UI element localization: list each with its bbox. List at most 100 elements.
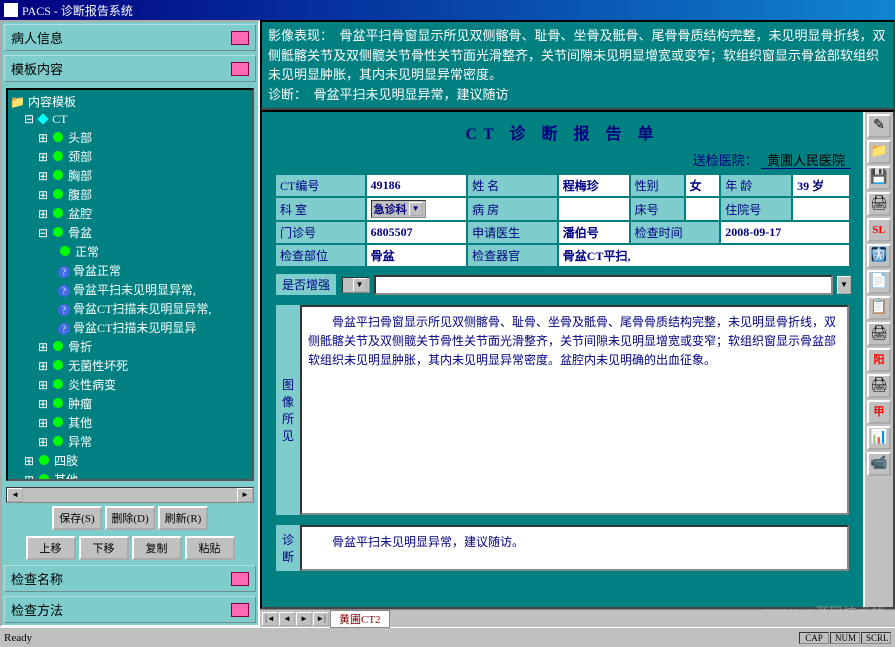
exam-method-header[interactable]: 检查方法 bbox=[4, 596, 256, 623]
admission-no[interactable] bbox=[792, 197, 850, 221]
chevron-down-icon: ▼ bbox=[353, 278, 367, 292]
scroll-right-icon[interactable]: ► bbox=[237, 488, 253, 502]
enhance-detail-dropdown[interactable] bbox=[374, 275, 833, 295]
app-icon bbox=[4, 3, 18, 17]
button-刷新(R)[interactable]: 刷新(R) bbox=[158, 506, 208, 530]
ct-no[interactable]: 49186 bbox=[366, 174, 468, 197]
button-上移[interactable]: 上移 bbox=[26, 536, 76, 560]
tool-btn-13[interactable]: 📹 bbox=[867, 452, 891, 476]
patient-info-table: CT编号49186 姓 名程梅珍 性别女 年 龄39 岁 科 室 急诊科▼ 病 … bbox=[274, 173, 851, 268]
tree-node[interactable]: ⊞ 盆腔 bbox=[10, 204, 250, 223]
tool-btn-3[interactable]: 🖨 bbox=[867, 192, 891, 216]
tab-last-icon[interactable]: ►| bbox=[313, 612, 329, 626]
tool-btn-0[interactable]: ✎ bbox=[867, 114, 891, 138]
tree-node[interactable]: ⊞ 骨折 bbox=[10, 337, 250, 356]
age[interactable]: 39 岁 bbox=[792, 174, 850, 197]
outpatient-no[interactable]: 6805507 bbox=[366, 221, 468, 244]
tree-node[interactable]: ⊞ 颈部 bbox=[10, 147, 250, 166]
tree-node[interactable]: ⊞ 异常 bbox=[10, 432, 250, 451]
status-bar: Ready CAPNUMSCRL bbox=[0, 627, 895, 647]
sex[interactable]: 女 bbox=[685, 174, 721, 197]
button-下移[interactable]: 下移 bbox=[79, 536, 129, 560]
tree-node[interactable]: ? 骨盆CT扫描未见明显异常, bbox=[10, 299, 250, 318]
tool-btn-7[interactable]: 📋 bbox=[867, 296, 891, 320]
req-doctor[interactable]: 潘伯号 bbox=[558, 221, 630, 244]
tree-node[interactable]: ⊞ 肿瘤 bbox=[10, 394, 250, 413]
window-title: PACS - 诊断报告系统 bbox=[22, 2, 133, 19]
tree-node[interactable]: ⊞ 四肢 bbox=[10, 451, 250, 470]
status-cell: SCRL bbox=[861, 632, 891, 644]
enhance-dropdown[interactable]: ▼ bbox=[342, 277, 370, 293]
enhance-label: 是否增强 bbox=[274, 272, 338, 297]
tree-node[interactable]: ⊟ CT bbox=[10, 111, 250, 128]
left-panel: 病人信息 模板内容 📁 内容模板 ⊟ CT⊞ 头部⊞ 颈部⊞ 胸部⊞ 腹部⊞ 盆… bbox=[0, 20, 260, 627]
tool-btn-8[interactable]: 🖨 bbox=[867, 322, 891, 346]
tree-node[interactable]: 正常 bbox=[10, 242, 250, 261]
impression-text: 影像表现： 骨盆平扫骨窗显示所见双侧髂骨、耻骨、坐骨及骶骨、尾骨骨质结构完整，未… bbox=[260, 20, 895, 110]
tool-btn-11[interactable]: 甲 bbox=[867, 400, 891, 424]
tree-node[interactable]: ⊞ 无菌性坏死 bbox=[10, 356, 250, 375]
tool-btn-10[interactable]: 🖨 bbox=[867, 374, 891, 398]
collapse-icon[interactable] bbox=[231, 62, 249, 76]
tree-node[interactable]: ⊞ 胸部 bbox=[10, 166, 250, 185]
collapse-icon[interactable] bbox=[231, 603, 249, 617]
status-text: Ready bbox=[4, 632, 32, 644]
tab-next-icon[interactable]: ► bbox=[296, 612, 312, 626]
tree-node[interactable]: ⊞ 其他 bbox=[10, 470, 250, 481]
button-删除(D)[interactable]: 删除(D) bbox=[105, 506, 155, 530]
hospital-value[interactable]: 黄圃人民医院 bbox=[761, 153, 851, 169]
tool-btn-9[interactable]: 阳 bbox=[867, 348, 891, 372]
diagnosis-label: 诊断 bbox=[276, 525, 300, 571]
tree-node[interactable]: ? 骨盆CT扫描未见明显异 bbox=[10, 318, 250, 337]
template-content-header[interactable]: 模板内容 bbox=[4, 55, 256, 82]
tree-node[interactable]: ? 骨盆正常 bbox=[10, 261, 250, 280]
tab-prev-icon[interactable]: ◄ bbox=[279, 612, 295, 626]
dept-dropdown[interactable]: 急诊科▼ bbox=[366, 197, 468, 221]
scroll-left-icon[interactable]: ◄ bbox=[7, 488, 23, 502]
tree-node[interactable]: ? 骨盆平扫未见明显异常, bbox=[10, 280, 250, 299]
tab-first-icon[interactable]: |◄ bbox=[262, 612, 278, 626]
sheet-tab[interactable]: 黄圃CT2 bbox=[330, 610, 390, 628]
diagnosis-text[interactable]: 骨盆平扫未见明显异常，建议随访。 bbox=[300, 525, 849, 571]
exam-date[interactable]: 2008-09-17 bbox=[720, 221, 850, 244]
tab-strip: |◄ ◄ ► ►| 黄圃CT2 bbox=[260, 609, 895, 627]
button-保存(S)[interactable]: 保存(S) bbox=[52, 506, 102, 530]
status-cell: NUM bbox=[830, 632, 860, 644]
collapse-icon[interactable] bbox=[231, 572, 249, 586]
report-form: CT 诊 断 报 告 单 送检医院： 黄圃人民医院 CT编号49186 姓 名程… bbox=[262, 112, 863, 607]
findings-label: 图像所见 bbox=[276, 305, 300, 515]
template-tree[interactable]: 📁 内容模板 ⊟ CT⊞ 头部⊞ 颈部⊞ 胸部⊞ 腹部⊞ 盆腔⊟ 骨盆 正常 ?… bbox=[6, 88, 254, 481]
tree-hscroll[interactable]: ◄ ► bbox=[6, 487, 254, 503]
right-toolbar: ✎📁💾🖨SL🩻📄📋🖨阳🖨甲📊📹 bbox=[863, 112, 893, 607]
exam-name-header[interactable]: 检查名称 bbox=[4, 565, 256, 592]
tree-node[interactable]: ⊞ 其他 bbox=[10, 413, 250, 432]
window-titlebar: PACS - 诊断报告系统 bbox=[0, 0, 895, 20]
right-panel: 影像表现： 骨盆平扫骨窗显示所见双侧髂骨、耻骨、坐骨及骶骨、尾骨骨质结构完整，未… bbox=[260, 20, 895, 627]
exam-equipment[interactable]: 骨盆CT平扫, bbox=[558, 244, 850, 267]
tool-btn-1[interactable]: 📁 bbox=[867, 140, 891, 164]
tool-btn-12[interactable]: 📊 bbox=[867, 426, 891, 450]
tree-node[interactable]: ⊞ 炎性病变 bbox=[10, 375, 250, 394]
collapse-icon[interactable] bbox=[231, 31, 249, 45]
button-粘贴[interactable]: 粘贴 bbox=[185, 536, 235, 560]
bed[interactable] bbox=[685, 197, 721, 221]
ward[interactable] bbox=[558, 197, 630, 221]
findings-text[interactable]: 骨盆平扫骨窗显示所见双侧髂骨、耻骨、坐骨及骶骨、尾骨骨质结构完整，未见明显骨折线… bbox=[300, 305, 849, 515]
patient-name[interactable]: 程梅珍 bbox=[558, 174, 630, 197]
patient-info-header[interactable]: 病人信息 bbox=[4, 24, 256, 51]
tool-btn-4[interactable]: SL bbox=[867, 218, 891, 242]
chevron-down-icon[interactable]: ▼ bbox=[837, 276, 851, 294]
report-title: CT 诊 断 报 告 单 bbox=[274, 120, 851, 144]
button-复制[interactable]: 复制 bbox=[132, 536, 182, 560]
tree-root[interactable]: 📁 内容模板 bbox=[10, 92, 250, 111]
status-cell: CAP bbox=[799, 632, 829, 644]
exam-part[interactable]: 骨盆 bbox=[366, 244, 468, 267]
tree-node[interactable]: ⊟ 骨盆 bbox=[10, 223, 250, 242]
tool-btn-6[interactable]: 📄 bbox=[867, 270, 891, 294]
hospital-row: 送检医院： 黄圃人民医院 bbox=[274, 150, 851, 169]
tree-node[interactable]: ⊞ 头部 bbox=[10, 128, 250, 147]
tree-node[interactable]: ⊞ 腹部 bbox=[10, 185, 250, 204]
tool-btn-5[interactable]: 🩻 bbox=[867, 244, 891, 268]
chevron-down-icon: ▼ bbox=[409, 202, 423, 216]
tool-btn-2[interactable]: 💾 bbox=[867, 166, 891, 190]
